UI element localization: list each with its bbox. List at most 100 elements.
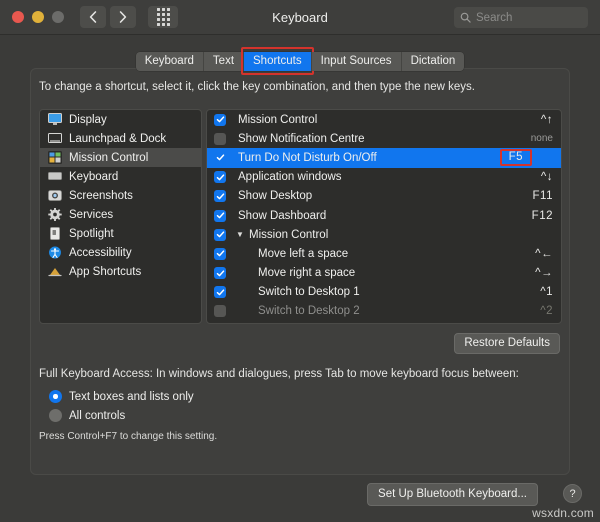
shortcut-key[interactable]: none bbox=[531, 133, 553, 144]
zoom-button[interactable] bbox=[52, 11, 64, 23]
shortcut-label: Show Dashboard bbox=[238, 209, 327, 222]
restore-defaults-button[interactable]: Restore Defaults bbox=[454, 333, 560, 354]
forward-button[interactable] bbox=[110, 6, 136, 28]
table-row[interactable]: Show Dashboard F12 bbox=[207, 206, 561, 225]
search-icon bbox=[460, 12, 471, 23]
show-all-button[interactable] bbox=[148, 6, 178, 28]
shortcut-list[interactable]: Mission Control ^↑ Show Notification Cen… bbox=[206, 109, 562, 324]
shortcut-checkbox[interactable] bbox=[214, 286, 226, 299]
shortcut-checkbox[interactable] bbox=[214, 209, 226, 222]
table-row[interactable]: Turn Do Not Disturb On/Off F5 bbox=[207, 148, 561, 168]
minimize-button[interactable] bbox=[32, 11, 44, 23]
checkmark-icon bbox=[216, 270, 224, 276]
traffic-light-group bbox=[12, 11, 64, 23]
mission-control-icon bbox=[47, 151, 62, 165]
sidebar-item-label: Keyboard bbox=[69, 170, 119, 183]
shortcut-label: Turn Do Not Disturb On/Off bbox=[238, 151, 377, 164]
shortcut-group-label: Mission Control bbox=[249, 228, 329, 241]
services-gear-icon bbox=[47, 208, 62, 222]
sidebar-item-accessibility[interactable]: Accessibility bbox=[40, 243, 201, 262]
sidebar-item-keyboard[interactable]: Keyboard bbox=[40, 167, 201, 186]
table-row[interactable]: Move right a space ^→ bbox=[207, 264, 561, 283]
table-row-group[interactable]: ▼ Mission Control bbox=[207, 225, 561, 244]
table-row[interactable]: Show Desktop F11 bbox=[207, 187, 561, 206]
sidebar-item-launchpad-dock[interactable]: Launchpad & Dock bbox=[40, 129, 201, 148]
back-button[interactable] bbox=[80, 6, 106, 28]
table-row[interactable]: Move left a space ^← bbox=[207, 244, 561, 263]
shortcut-key[interactable]: F11 bbox=[533, 190, 553, 202]
launchpad-dock-icon bbox=[47, 132, 62, 146]
shortcut-label: Move right a space bbox=[258, 267, 356, 280]
instructions-text: To change a shortcut, select it, click t… bbox=[39, 81, 475, 93]
shortcut-checkbox[interactable] bbox=[214, 113, 226, 126]
shortcut-checkbox[interactable] bbox=[214, 228, 226, 241]
shortcut-key[interactable]: ^1 bbox=[540, 286, 553, 298]
shortcut-key[interactable]: ^← bbox=[535, 248, 553, 260]
shortcut-key[interactable]: ^2 bbox=[540, 305, 553, 317]
set-up-bluetooth-keyboard-button[interactable]: Set Up Bluetooth Keyboard... bbox=[367, 483, 538, 506]
shortcut-label: Move left a space bbox=[258, 247, 349, 260]
sidebar-item-spotlight[interactable]: Spotlight bbox=[40, 224, 201, 243]
sidebar-item-label: Accessibility bbox=[69, 246, 132, 259]
tab-bar: Keyboard Text Shortcuts Input Sources Di… bbox=[0, 47, 600, 75]
sidebar-item-label: Screenshots bbox=[69, 189, 133, 202]
chevron-left-icon bbox=[89, 11, 97, 23]
search-input[interactable]: Search bbox=[454, 7, 588, 28]
title-bar: Keyboard Search bbox=[0, 0, 600, 35]
screenshots-icon bbox=[47, 189, 62, 203]
checkmark-icon bbox=[216, 289, 224, 296]
shortcut-checkbox[interactable] bbox=[214, 305, 226, 318]
table-row[interactable]: Show Notification Centre none bbox=[207, 129, 561, 148]
shortcut-checkbox[interactable] bbox=[214, 267, 226, 280]
sidebar-item-mission-control[interactable]: Mission Control bbox=[40, 148, 201, 167]
sidebar-item-app-shortcuts[interactable]: App Shortcuts bbox=[40, 262, 201, 281]
tab-shortcuts[interactable]: Shortcuts bbox=[241, 47, 314, 75]
shortcut-label: Application windows bbox=[238, 171, 342, 184]
grid-icon bbox=[156, 8, 170, 26]
tab-keyboard[interactable]: Keyboard bbox=[135, 52, 204, 71]
sidebar-item-label: App Shortcuts bbox=[69, 265, 142, 278]
close-button[interactable] bbox=[12, 11, 24, 23]
radio-indicator[interactable] bbox=[49, 409, 62, 422]
chevron-right-icon bbox=[119, 11, 127, 23]
table-row[interactable]: Switch to Desktop 2 ^2 bbox=[207, 302, 561, 321]
shortcut-key[interactable]: ^↑ bbox=[541, 114, 553, 126]
sidebar-item-display[interactable]: Display bbox=[40, 110, 201, 129]
full-keyboard-access-label: Full Keyboard Access: In windows and dia… bbox=[39, 368, 519, 380]
display-icon bbox=[47, 113, 62, 127]
shortcut-key[interactable]: F5 bbox=[499, 149, 532, 167]
search-placeholder: Search bbox=[476, 11, 513, 24]
shortcut-checkbox[interactable] bbox=[214, 151, 226, 164]
radio-all-controls[interactable]: All controls bbox=[49, 409, 125, 422]
shortcut-checkbox[interactable] bbox=[214, 190, 226, 203]
shortcut-category-list[interactable]: Display Launchpad & Dock Mission Control… bbox=[39, 109, 202, 324]
shortcut-checkbox[interactable] bbox=[214, 247, 226, 260]
checkmark-icon bbox=[216, 193, 224, 200]
shortcut-checkbox[interactable] bbox=[214, 132, 226, 145]
tab-dictation[interactable]: Dictation bbox=[401, 52, 465, 71]
disclosure-triangle-icon[interactable]: ▼ bbox=[236, 230, 245, 239]
shortcut-label: Show Desktop bbox=[238, 190, 313, 203]
sidebar-item-label: Display bbox=[69, 113, 107, 126]
tab-input-sources[interactable]: Input Sources bbox=[311, 52, 402, 71]
table-row[interactable]: Application windows ^↓ bbox=[207, 168, 561, 187]
shortcut-key[interactable]: ^↓ bbox=[541, 171, 553, 183]
help-button[interactable]: ? bbox=[563, 484, 582, 503]
checkmark-icon bbox=[216, 212, 224, 219]
sidebar-item-services[interactable]: Services bbox=[40, 205, 201, 224]
navigation-button-group bbox=[80, 6, 136, 28]
table-row[interactable]: Mission Control ^↑ bbox=[207, 110, 561, 129]
sidebar-item-screenshots[interactable]: Screenshots bbox=[40, 186, 201, 205]
checkmark-icon bbox=[216, 154, 224, 161]
sidebar-item-label: Mission Control bbox=[69, 151, 149, 164]
tab-text[interactable]: Text bbox=[203, 52, 245, 71]
shortcut-key[interactable]: ^→ bbox=[535, 267, 553, 279]
app-shortcuts-icon bbox=[47, 265, 62, 279]
shortcut-key[interactable]: F12 bbox=[532, 210, 553, 222]
radio-text-boxes-and-lists-only[interactable]: Text boxes and lists only bbox=[49, 390, 194, 403]
table-row[interactable]: Switch to Desktop 1 ^1 bbox=[207, 283, 561, 302]
watermark: wsxdn.com bbox=[532, 506, 594, 520]
radio-indicator[interactable] bbox=[49, 390, 62, 403]
shortcut-checkbox[interactable] bbox=[214, 171, 226, 184]
checkmark-icon bbox=[216, 231, 224, 238]
